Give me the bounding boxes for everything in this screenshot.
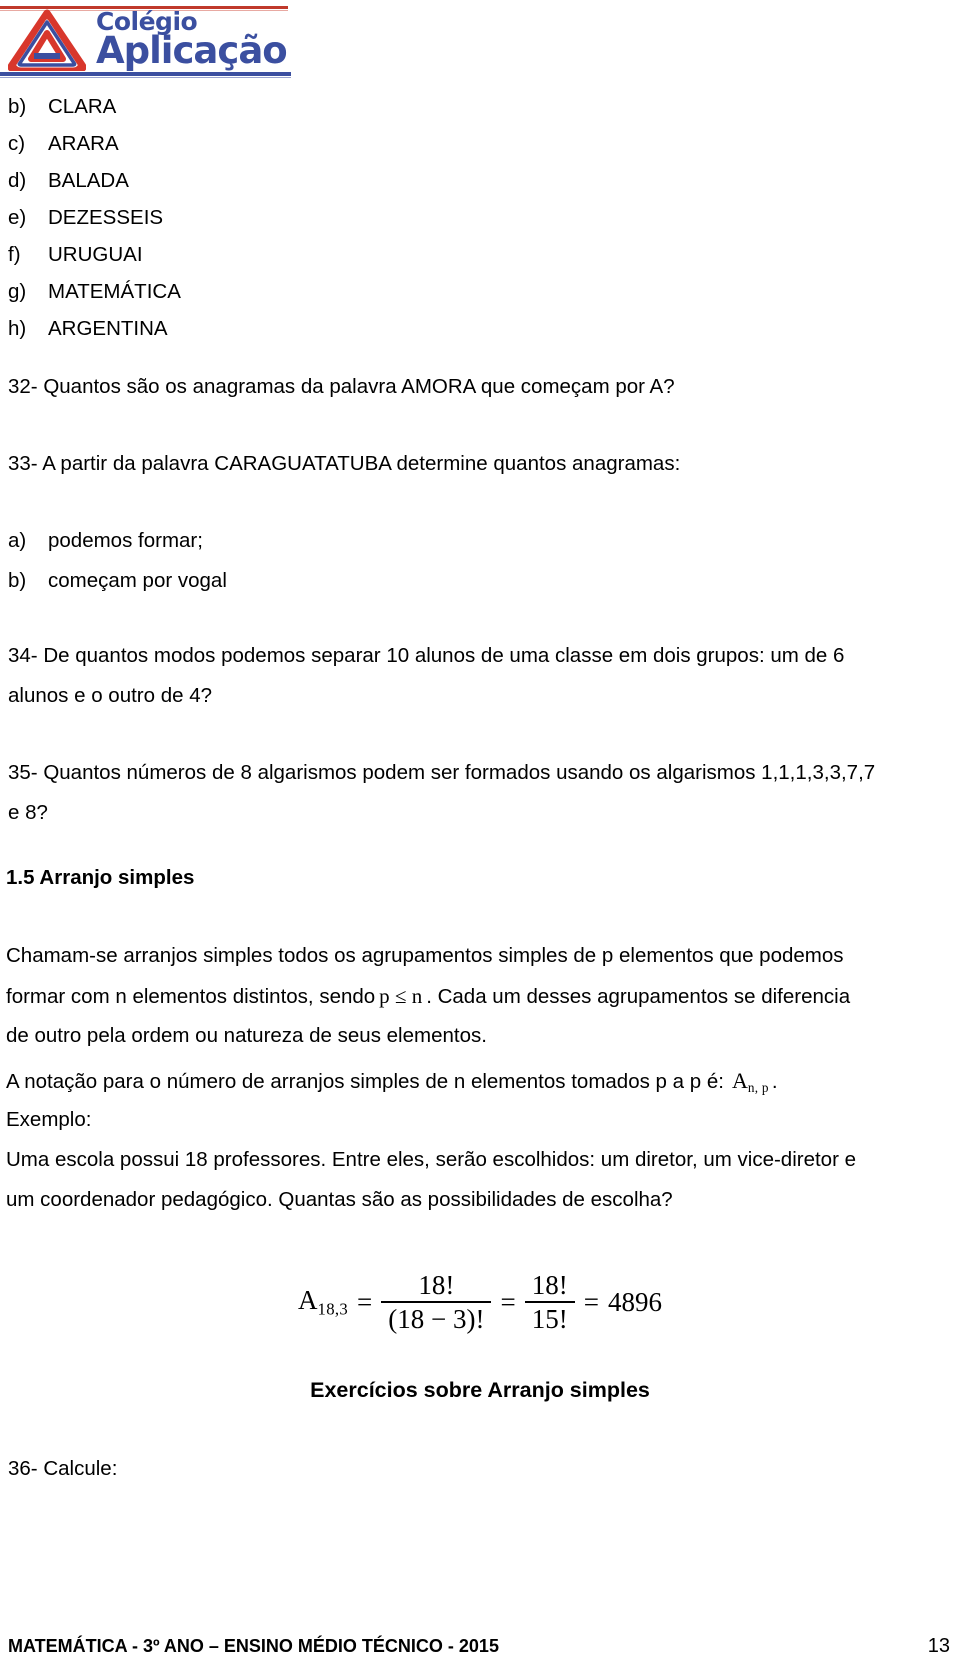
list-item-label: BALADA	[48, 169, 129, 192]
triangle-a-logo-icon	[7, 9, 87, 73]
formula-equals-1: =	[357, 1286, 373, 1317]
list-item: e) DEZESSEIS	[8, 206, 163, 230]
list-item-marker: c)	[8, 132, 26, 155]
notation-symbol-a-n-p: An, p	[724, 1068, 769, 1095]
logo-line-aplicacao: Aplicação	[96, 29, 288, 72]
list-item: g) MATEMÁTICA	[8, 280, 181, 304]
formula-equals-2: =	[500, 1286, 516, 1317]
formula-lhs: A18,3	[298, 1285, 348, 1319]
page-header: Colégio Aplicação	[0, 0, 960, 86]
section-heading-arranjo-simples: 1.5 Arranjo simples	[6, 866, 195, 889]
question-35-line-1: 35- Quantos números de 8 algarismos pode…	[8, 761, 876, 784]
formula-fraction-2-numerator: 18!	[531, 1270, 568, 1300]
option-label: podemos formar;	[48, 529, 203, 552]
page-footer: MATEMÁTICA - 3º ANO – ENSINO MÉDIO TÉCNI…	[0, 1635, 960, 1670]
question-35-line-2: e 8?	[8, 801, 48, 824]
question-34-line-2: alunos e o outro de 4?	[8, 684, 213, 707]
exercises-heading: Exercícios sobre Arranjo simples	[310, 1378, 650, 1402]
list-item-marker: g)	[8, 280, 27, 303]
question-33-option-b: b) começam por vogal	[8, 569, 227, 593]
formula-fraction-1-denominator: (18 − 3)!	[381, 1301, 492, 1334]
option-marker: a)	[8, 529, 27, 552]
formula-result: 4896	[607, 1286, 662, 1317]
notation-period: .	[771, 1070, 778, 1093]
list-item-marker: e)	[8, 206, 27, 229]
logo-wordmark: Colégio Aplicação	[96, 8, 296, 70]
formula-lhs-subscript: 18,3	[317, 1299, 349, 1319]
example-label: Exemplo:	[6, 1108, 92, 1131]
formula-equals-3: =	[583, 1286, 599, 1317]
list-item-label: CLARA	[48, 95, 117, 118]
formula-fraction-1: 18! (18 − 3)!	[381, 1270, 492, 1334]
notation-line: A notação para o número de arranjos simp…	[6, 1068, 778, 1096]
formula-fraction-2: 18! 15!	[524, 1270, 575, 1334]
question-34-line-1: 34- De quantos modos podemos separar 10 …	[8, 644, 845, 667]
list-item-marker: f)	[8, 243, 21, 266]
inequality-p-le-n: p ≤ n	[379, 984, 423, 1008]
notation-symbol-base: A	[731, 1068, 748, 1093]
list-item: d) BALADA	[8, 169, 129, 193]
list-item-marker: h)	[8, 317, 27, 340]
question-33: 33- A partir da palavra CARAGUATATUBA de…	[8, 452, 681, 475]
footer-course-label: MATEMÁTICA - 3º ANO – ENSINO MÉDIO TÉCNI…	[8, 1636, 499, 1656]
notation-symbol-subscript: n, p	[747, 1079, 769, 1095]
header-blue-rule-thin	[0, 77, 291, 78]
formula-lhs-base: A	[298, 1285, 318, 1316]
formula-fraction-1-numerator: 18!	[418, 1270, 455, 1300]
example-line-1: Uma escola possui 18 professores. Entre …	[6, 1148, 856, 1171]
option-label: começam por vogal	[48, 569, 227, 592]
example-line-2: um coordenador pedagógico. Quantas são a…	[6, 1188, 673, 1211]
list-item-label: URUGUAI	[48, 243, 143, 266]
option-marker: b)	[8, 569, 27, 592]
list-item-label: DEZESSEIS	[48, 206, 164, 229]
list-item: c) ARARA	[8, 132, 119, 156]
notation-text: A notação para o número de arranjos simp…	[6, 1070, 724, 1093]
definition-line-3: de outro pela ordem ou natureza de seus …	[6, 1024, 487, 1047]
formula-arranjo-18-3: A18,3 = 18! (18 − 3)! = 18! 15! = 4896	[0, 1270, 960, 1334]
header-blue-rule	[0, 72, 291, 76]
footer-page-number: 13	[927, 1635, 950, 1657]
list-item-label: MATEMÁTICA	[48, 280, 181, 303]
question-36: 36- Calcule:	[8, 1457, 118, 1480]
definition-line-2: formar com n elementos distintos, sendo p…	[6, 984, 850, 1010]
list-item-marker: d)	[8, 169, 27, 192]
list-item: f) URUGUAI	[8, 243, 143, 267]
list-item-marker: b)	[8, 95, 27, 118]
definition-line-2-post: . Cada um desses agrupamentos se diferen…	[426, 985, 851, 1008]
list-item-label: ARARA	[48, 132, 119, 155]
formula-fraction-2-denominator: 15!	[524, 1301, 575, 1334]
question-33-option-a: a) podemos formar;	[8, 529, 203, 553]
question-32: 32- Quantos são os anagramas da palavra …	[8, 375, 675, 398]
list-item: h) ARGENTINA	[8, 317, 168, 341]
list-item-label: ARGENTINA	[48, 317, 168, 340]
definition-line-1: Chamam-se arranjos simples todos os agru…	[6, 944, 844, 967]
definition-line-2-pre: formar com n elementos distintos, sendo	[6, 985, 376, 1008]
document-page: Colégio Aplicação b) CLARA c) ARARA d) BALA…	[0, 0, 960, 1677]
list-item: b) CLARA	[8, 95, 116, 119]
